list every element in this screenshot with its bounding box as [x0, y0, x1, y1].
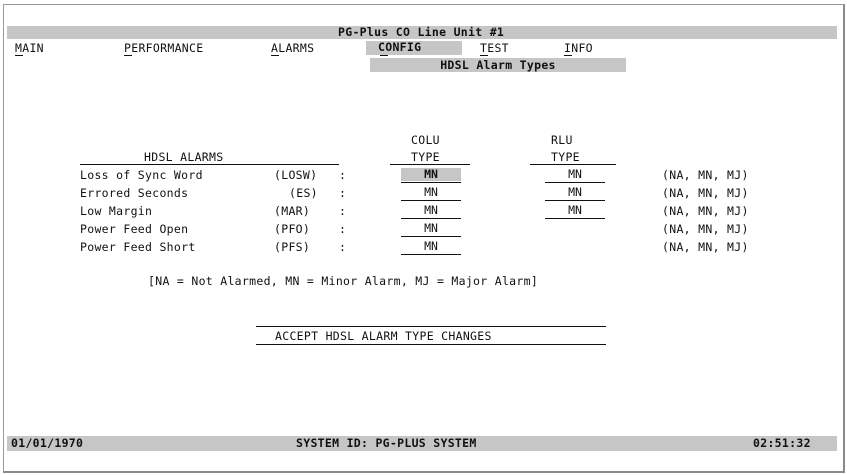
- colu-pfs-field[interactable]: MN: [401, 240, 461, 253]
- menu-info-label: INFO: [564, 41, 593, 55]
- colu-mar-field[interactable]: MN: [401, 204, 461, 217]
- rlu-header-line2: TYPE: [551, 150, 580, 164]
- menu-alarms[interactable]: ALARMS: [271, 42, 314, 55]
- accept-hdsl-alarm-type-changes-button[interactable]: ACCEPT HDSL ALARM TYPE CHANGES: [275, 329, 492, 343]
- status-footer: 01/01/1970 SYSTEM ID: PG-PLUS SYSTEM 02:…: [7, 436, 837, 451]
- colu-header-line2: TYPE: [411, 150, 440, 164]
- row-pfs-abbr: (PFS): [274, 240, 311, 254]
- row-es-colon: :: [339, 186, 347, 200]
- menu-test-label: TEST: [480, 41, 509, 55]
- colu-mar-field-underline: [401, 218, 461, 219]
- menu-test[interactable]: TEST: [480, 42, 509, 55]
- row-losw-options: (NA, MN, MJ): [662, 168, 749, 182]
- alarm-type-legend: [NA = Not Alarmed, MN = Minor Alarm, MJ …: [148, 274, 539, 288]
- menu-config-hotkey-underline: [380, 55, 388, 56]
- rlu-es-field[interactable]: MN: [545, 186, 605, 199]
- row-losw-colon: :: [339, 168, 347, 182]
- rlu-losw-field-underline: [545, 182, 605, 183]
- colu-pfs-field-underline: [401, 254, 461, 255]
- menu-performance[interactable]: PERFORMANCE: [124, 42, 203, 55]
- row-pfo-abbr: (PFO): [274, 222, 311, 236]
- rlu-mar-field-underline: [545, 218, 605, 219]
- row-es-label: Errored Seconds: [80, 186, 189, 200]
- footer-system-id: SYSTEM ID: PG-PLUS SYSTEM: [296, 436, 477, 450]
- menu-info-hotkey-underline: [564, 55, 572, 56]
- footer-date: 01/01/1970: [11, 436, 84, 450]
- colu-pfo-field-underline: [401, 236, 461, 237]
- row-losw-abbr: (LOSW): [274, 168, 318, 182]
- accept-button-bottom-line: [256, 344, 606, 345]
- page-title: PG-Plus CO Line Unit #1: [338, 25, 505, 39]
- colu-header-line1: COLU: [411, 133, 440, 147]
- menu-performance-label: PERFORMANCE: [124, 41, 204, 55]
- colu-losw-field-underline: [401, 182, 461, 183]
- row-es-abbr: (ES): [289, 186, 318, 200]
- rlu-header-underline: [530, 164, 616, 165]
- row-pfs-options: (NA, MN, MJ): [662, 240, 749, 254]
- menu-performance-hotkey-underline: [124, 55, 132, 56]
- menu-main[interactable]: MAIN: [15, 42, 44, 55]
- row-pfo-label: Power Feed Open: [80, 222, 189, 236]
- section-header-hdsl-alarms: HDSL ALARMS: [144, 150, 224, 164]
- row-losw-label: Loss of Sync Word: [80, 168, 203, 182]
- rlu-header-line1: RLU: [551, 133, 573, 147]
- row-pfs-label: Power Feed Short: [80, 240, 196, 254]
- menu-info[interactable]: INFO: [564, 42, 593, 55]
- row-mar-label: Low Margin: [80, 204, 153, 218]
- row-es-options: (NA, MN, MJ): [662, 186, 749, 200]
- menu-main-hotkey-underline: [15, 55, 23, 56]
- colu-es-field[interactable]: MN: [401, 186, 461, 199]
- hdsl-alarms-header-underline: [80, 164, 339, 165]
- rlu-mar-field[interactable]: MN: [545, 204, 605, 217]
- menu-alarms-label: ALARMS: [271, 41, 315, 55]
- colu-header-underline: [390, 164, 470, 165]
- colu-es-field-underline: [401, 200, 461, 201]
- rlu-es-field-underline: [545, 200, 605, 201]
- menu-test-hotkey-underline: [480, 55, 488, 56]
- row-pfo-colon: :: [339, 222, 347, 236]
- footer-time: 02:51:32: [753, 436, 811, 450]
- row-pfo-options: (NA, MN, MJ): [662, 222, 749, 236]
- rlu-losw-field[interactable]: MN: [545, 168, 605, 181]
- menu-config[interactable]: CONFIG: [366, 41, 462, 55]
- row-mar-colon: :: [339, 204, 347, 218]
- submenu-hdsl-alarm-types[interactable]: HDSL Alarm Types: [370, 58, 626, 72]
- accept-button-top-line: [256, 326, 606, 327]
- colu-losw-field[interactable]: MN: [401, 168, 461, 181]
- row-mar-abbr: (MAR): [274, 204, 311, 218]
- menu-config-label: CONFIG: [366, 41, 462, 55]
- row-mar-options: (NA, MN, MJ): [662, 204, 749, 218]
- colu-pfo-field[interactable]: MN: [401, 222, 461, 235]
- menu-main-label: MAIN: [15, 41, 44, 55]
- row-pfs-colon: :: [339, 240, 347, 254]
- menu-alarms-hotkey-underline: [271, 55, 279, 56]
